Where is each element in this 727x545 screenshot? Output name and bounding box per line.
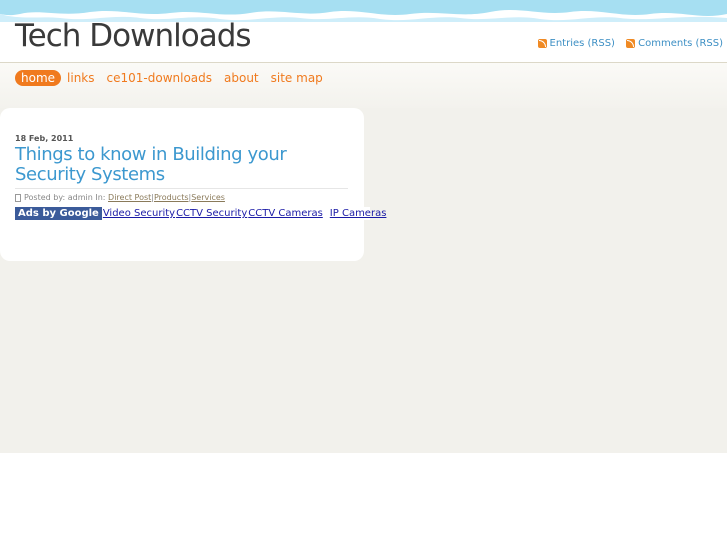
rss-links: Entries (RSS) Comments (RSS) (530, 38, 723, 51)
rss-icon (537, 39, 547, 48)
site-header: Tech Downloads Entries (RSS) Comments (R… (0, 0, 727, 62)
ad-link-video-security[interactable]: Video Security (103, 208, 175, 219)
main-nav: home links ce101-downloads about site ma… (15, 70, 329, 86)
ads-by-google-label[interactable]: Ads by Google (15, 207, 102, 220)
post-meta-prefix: Posted by: admin In: (24, 193, 106, 202)
post-title[interactable]: Things to know in Building your Security… (15, 145, 315, 185)
post-divider (15, 188, 348, 189)
category-link-direct-post[interactable]: Direct Post (108, 193, 151, 202)
category-link-services[interactable]: Services (191, 193, 225, 202)
ad-link-ip-cameras[interactable]: IP Cameras (330, 208, 387, 219)
post-date: 18 Feb, 2011 (15, 134, 74, 143)
post-meta: Posted by: admin In: Direct Post | Product… (15, 193, 225, 202)
comments-rss-link[interactable]: Comments (RSS) (626, 38, 723, 49)
nav-item-ce101-downloads[interactable]: ce101-downloads (101, 70, 219, 86)
ads-bar: Ads by Google Video Security CCTV Securi… (15, 207, 386, 220)
ad-link-cctv-cameras[interactable]: CCTV Cameras (248, 208, 323, 219)
nav-item-about[interactable]: about (218, 70, 265, 86)
comments-rss-label: Comments (RSS) (638, 38, 723, 49)
ad-link-cctv-security[interactable]: CCTV Security (176, 208, 247, 219)
site-title[interactable]: Tech Downloads (15, 18, 252, 54)
document-icon (15, 193, 21, 202)
entries-rss-label: Entries (RSS) (549, 38, 615, 49)
rss-icon (626, 39, 636, 48)
entries-rss-link[interactable]: Entries (RSS) (537, 38, 615, 49)
nav-item-site-map[interactable]: site map (265, 70, 329, 86)
category-link-products[interactable]: Products (154, 193, 189, 202)
nav-item-home[interactable]: home (15, 70, 62, 86)
nav-item-links[interactable]: links (61, 70, 100, 86)
